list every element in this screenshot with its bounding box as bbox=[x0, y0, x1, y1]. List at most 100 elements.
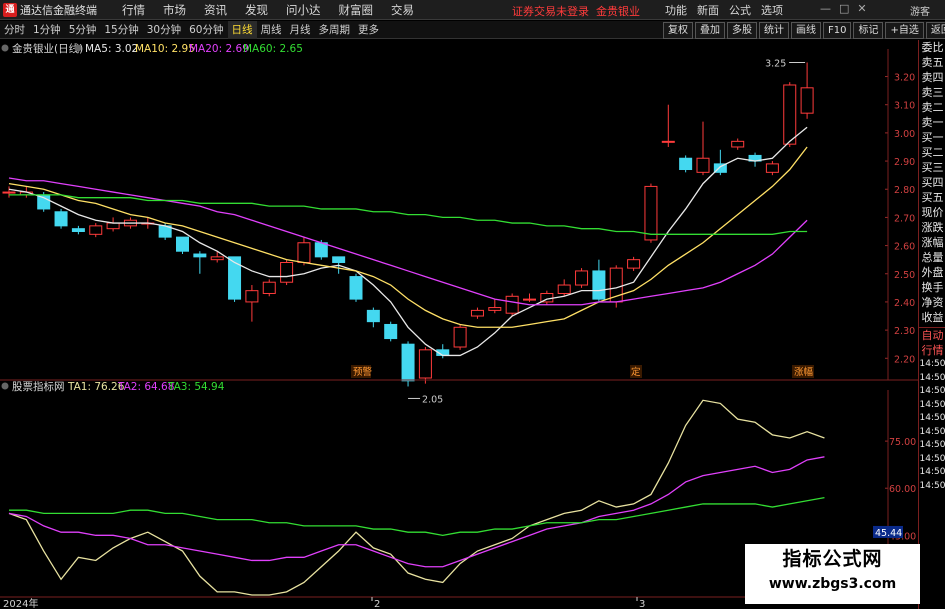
quote-field[interactable]: 卖二 bbox=[919, 100, 945, 115]
candle[interactable] bbox=[349, 276, 363, 300]
menu-quotes[interactable]: 行情 bbox=[113, 2, 154, 18]
menu-formula[interactable]: 公式 bbox=[724, 2, 756, 18]
menu-function[interactable]: 功能 bbox=[660, 2, 692, 18]
candle[interactable] bbox=[193, 253, 207, 258]
candle[interactable] bbox=[523, 298, 536, 301]
login-status[interactable]: 证券交易未登录 金贵银业 bbox=[512, 3, 640, 19]
statistics-button[interactable]: 统计 bbox=[759, 21, 789, 39]
candle[interactable] bbox=[71, 228, 85, 232]
menu-new-page[interactable]: 新面 bbox=[692, 2, 724, 18]
quote-field[interactable]: 总量 bbox=[919, 250, 945, 265]
maximize-icon[interactable]: □ bbox=[839, 2, 849, 15]
candle[interactable] bbox=[505, 295, 519, 314]
low-marker-label: 2.05 bbox=[422, 394, 443, 405]
candle[interactable] bbox=[280, 261, 294, 283]
tab-60min[interactable]: 60分钟 bbox=[185, 21, 227, 39]
quote-field[interactable]: 卖四 bbox=[919, 70, 945, 85]
quote-field[interactable]: 卖一 bbox=[919, 115, 945, 130]
candle[interactable] bbox=[575, 270, 589, 286]
candle[interactable] bbox=[592, 270, 606, 300]
quote-field[interactable]: 收益 bbox=[919, 310, 945, 325]
candle[interactable] bbox=[418, 349, 432, 379]
adjust-button[interactable]: 复权 bbox=[663, 21, 693, 39]
quote-toggle[interactable]: 行情 bbox=[919, 343, 945, 358]
time-entry: 14:50 bbox=[919, 467, 945, 477]
candle[interactable] bbox=[332, 256, 346, 263]
quote-field[interactable]: 卖三 bbox=[919, 85, 945, 100]
candle[interactable] bbox=[262, 281, 276, 294]
candle[interactable] bbox=[89, 225, 103, 235]
candle[interactable] bbox=[661, 140, 675, 143]
overlay-button[interactable]: 叠加 bbox=[695, 21, 725, 39]
menu-ask-xiaoda[interactable]: 问小达 bbox=[277, 2, 330, 18]
tab-1min[interactable]: 1分钟 bbox=[29, 21, 65, 39]
candle[interactable] bbox=[488, 307, 502, 311]
indicator-panel-settings-icon[interactable] bbox=[1, 382, 9, 390]
tab-daily[interactable]: 日线 bbox=[227, 20, 257, 39]
multi-stock-button[interactable]: 多股 bbox=[727, 21, 757, 39]
tab-more[interactable]: 更多 bbox=[354, 21, 383, 39]
quote-field[interactable]: 卖五 bbox=[919, 55, 945, 70]
candle[interactable] bbox=[401, 343, 415, 382]
quote-field[interactable]: 买一 bbox=[919, 130, 945, 145]
candle[interactable] bbox=[644, 185, 658, 241]
chart-area[interactable]: 金贵银业(日线) MA5: 3.02 MA10: 2.95 MA20: 2.69… bbox=[0, 40, 945, 609]
candle[interactable] bbox=[470, 309, 484, 317]
candle[interactable] bbox=[245, 290, 259, 303]
minimize-icon[interactable]: — bbox=[820, 2, 831, 15]
tab-weekly[interactable]: 周线 bbox=[257, 21, 286, 39]
draw-line-button[interactable]: 画线 bbox=[791, 21, 821, 39]
menu-trade[interactable]: 交易 bbox=[382, 2, 423, 18]
quote-field[interactable]: 买五 bbox=[919, 190, 945, 205]
candle[interactable] bbox=[297, 242, 311, 263]
quote-field[interactable]: 委比 bbox=[919, 40, 945, 55]
candle[interactable] bbox=[384, 323, 398, 340]
candle[interactable] bbox=[800, 87, 814, 114]
quote-field[interactable]: 买二 bbox=[919, 145, 945, 160]
guest-label[interactable]: 游客 bbox=[910, 3, 930, 18]
candle[interactable] bbox=[557, 284, 571, 294]
candle[interactable] bbox=[366, 309, 380, 323]
tab-multi-period[interactable]: 多周期 bbox=[315, 21, 355, 39]
candle[interactable] bbox=[314, 242, 328, 258]
candle[interactable] bbox=[210, 256, 224, 261]
candle[interactable] bbox=[679, 157, 693, 171]
close-icon[interactable]: ✕ bbox=[857, 2, 866, 15]
candle[interactable] bbox=[731, 140, 745, 148]
chart-canvas[interactable]: 金贵银业(日线) MA5: 3.02 MA10: 2.95 MA20: 2.69… bbox=[0, 40, 918, 609]
f10-button[interactable]: F10 bbox=[823, 21, 852, 39]
menu-market[interactable]: 市场 bbox=[154, 2, 195, 18]
menu-options[interactable]: 选项 bbox=[756, 2, 788, 18]
candle[interactable] bbox=[106, 222, 120, 230]
panel-settings-icon[interactable] bbox=[1, 44, 9, 52]
candle[interactable] bbox=[765, 163, 779, 173]
menu-discover[interactable]: 发现 bbox=[236, 2, 277, 18]
candle[interactable] bbox=[453, 326, 467, 348]
quote-field[interactable]: 买四 bbox=[919, 175, 945, 190]
quote-field[interactable]: 涨幅 bbox=[919, 235, 945, 250]
quote-field[interactable]: 净资 bbox=[919, 295, 945, 310]
tab-30min[interactable]: 30分钟 bbox=[143, 21, 185, 39]
back-button[interactable]: 返回 bbox=[925, 21, 945, 39]
quote-field[interactable]: 涨跌 bbox=[919, 220, 945, 235]
candle[interactable] bbox=[696, 157, 710, 173]
tab-intraday[interactable]: 分时 bbox=[0, 21, 29, 39]
tab-15min[interactable]: 15分钟 bbox=[100, 21, 142, 39]
candle[interactable] bbox=[2, 191, 16, 194]
tab-monthly[interactable]: 月线 bbox=[286, 21, 315, 39]
quote-field[interactable]: 现价 bbox=[919, 205, 945, 220]
mark-button[interactable]: 标记 bbox=[853, 21, 884, 39]
candle[interactable] bbox=[627, 259, 641, 269]
tab-5min[interactable]: 5分钟 bbox=[65, 21, 101, 39]
quote-field[interactable]: 外盘 bbox=[919, 265, 945, 280]
quote-field[interactable]: 买三 bbox=[919, 160, 945, 175]
candle[interactable] bbox=[176, 236, 189, 252]
candle[interactable] bbox=[783, 84, 797, 145]
menu-wealth-circle[interactable]: 财富圈 bbox=[330, 2, 383, 18]
add-watchlist-button[interactable]: +自选 bbox=[885, 21, 924, 39]
auto-toggle[interactable]: 自动 bbox=[919, 328, 945, 343]
menu-news[interactable]: 资讯 bbox=[195, 2, 236, 18]
quote-field[interactable]: 换手 bbox=[919, 280, 945, 295]
indicator-settings-icon[interactable] bbox=[74, 44, 82, 52]
candle[interactable] bbox=[54, 211, 68, 227]
